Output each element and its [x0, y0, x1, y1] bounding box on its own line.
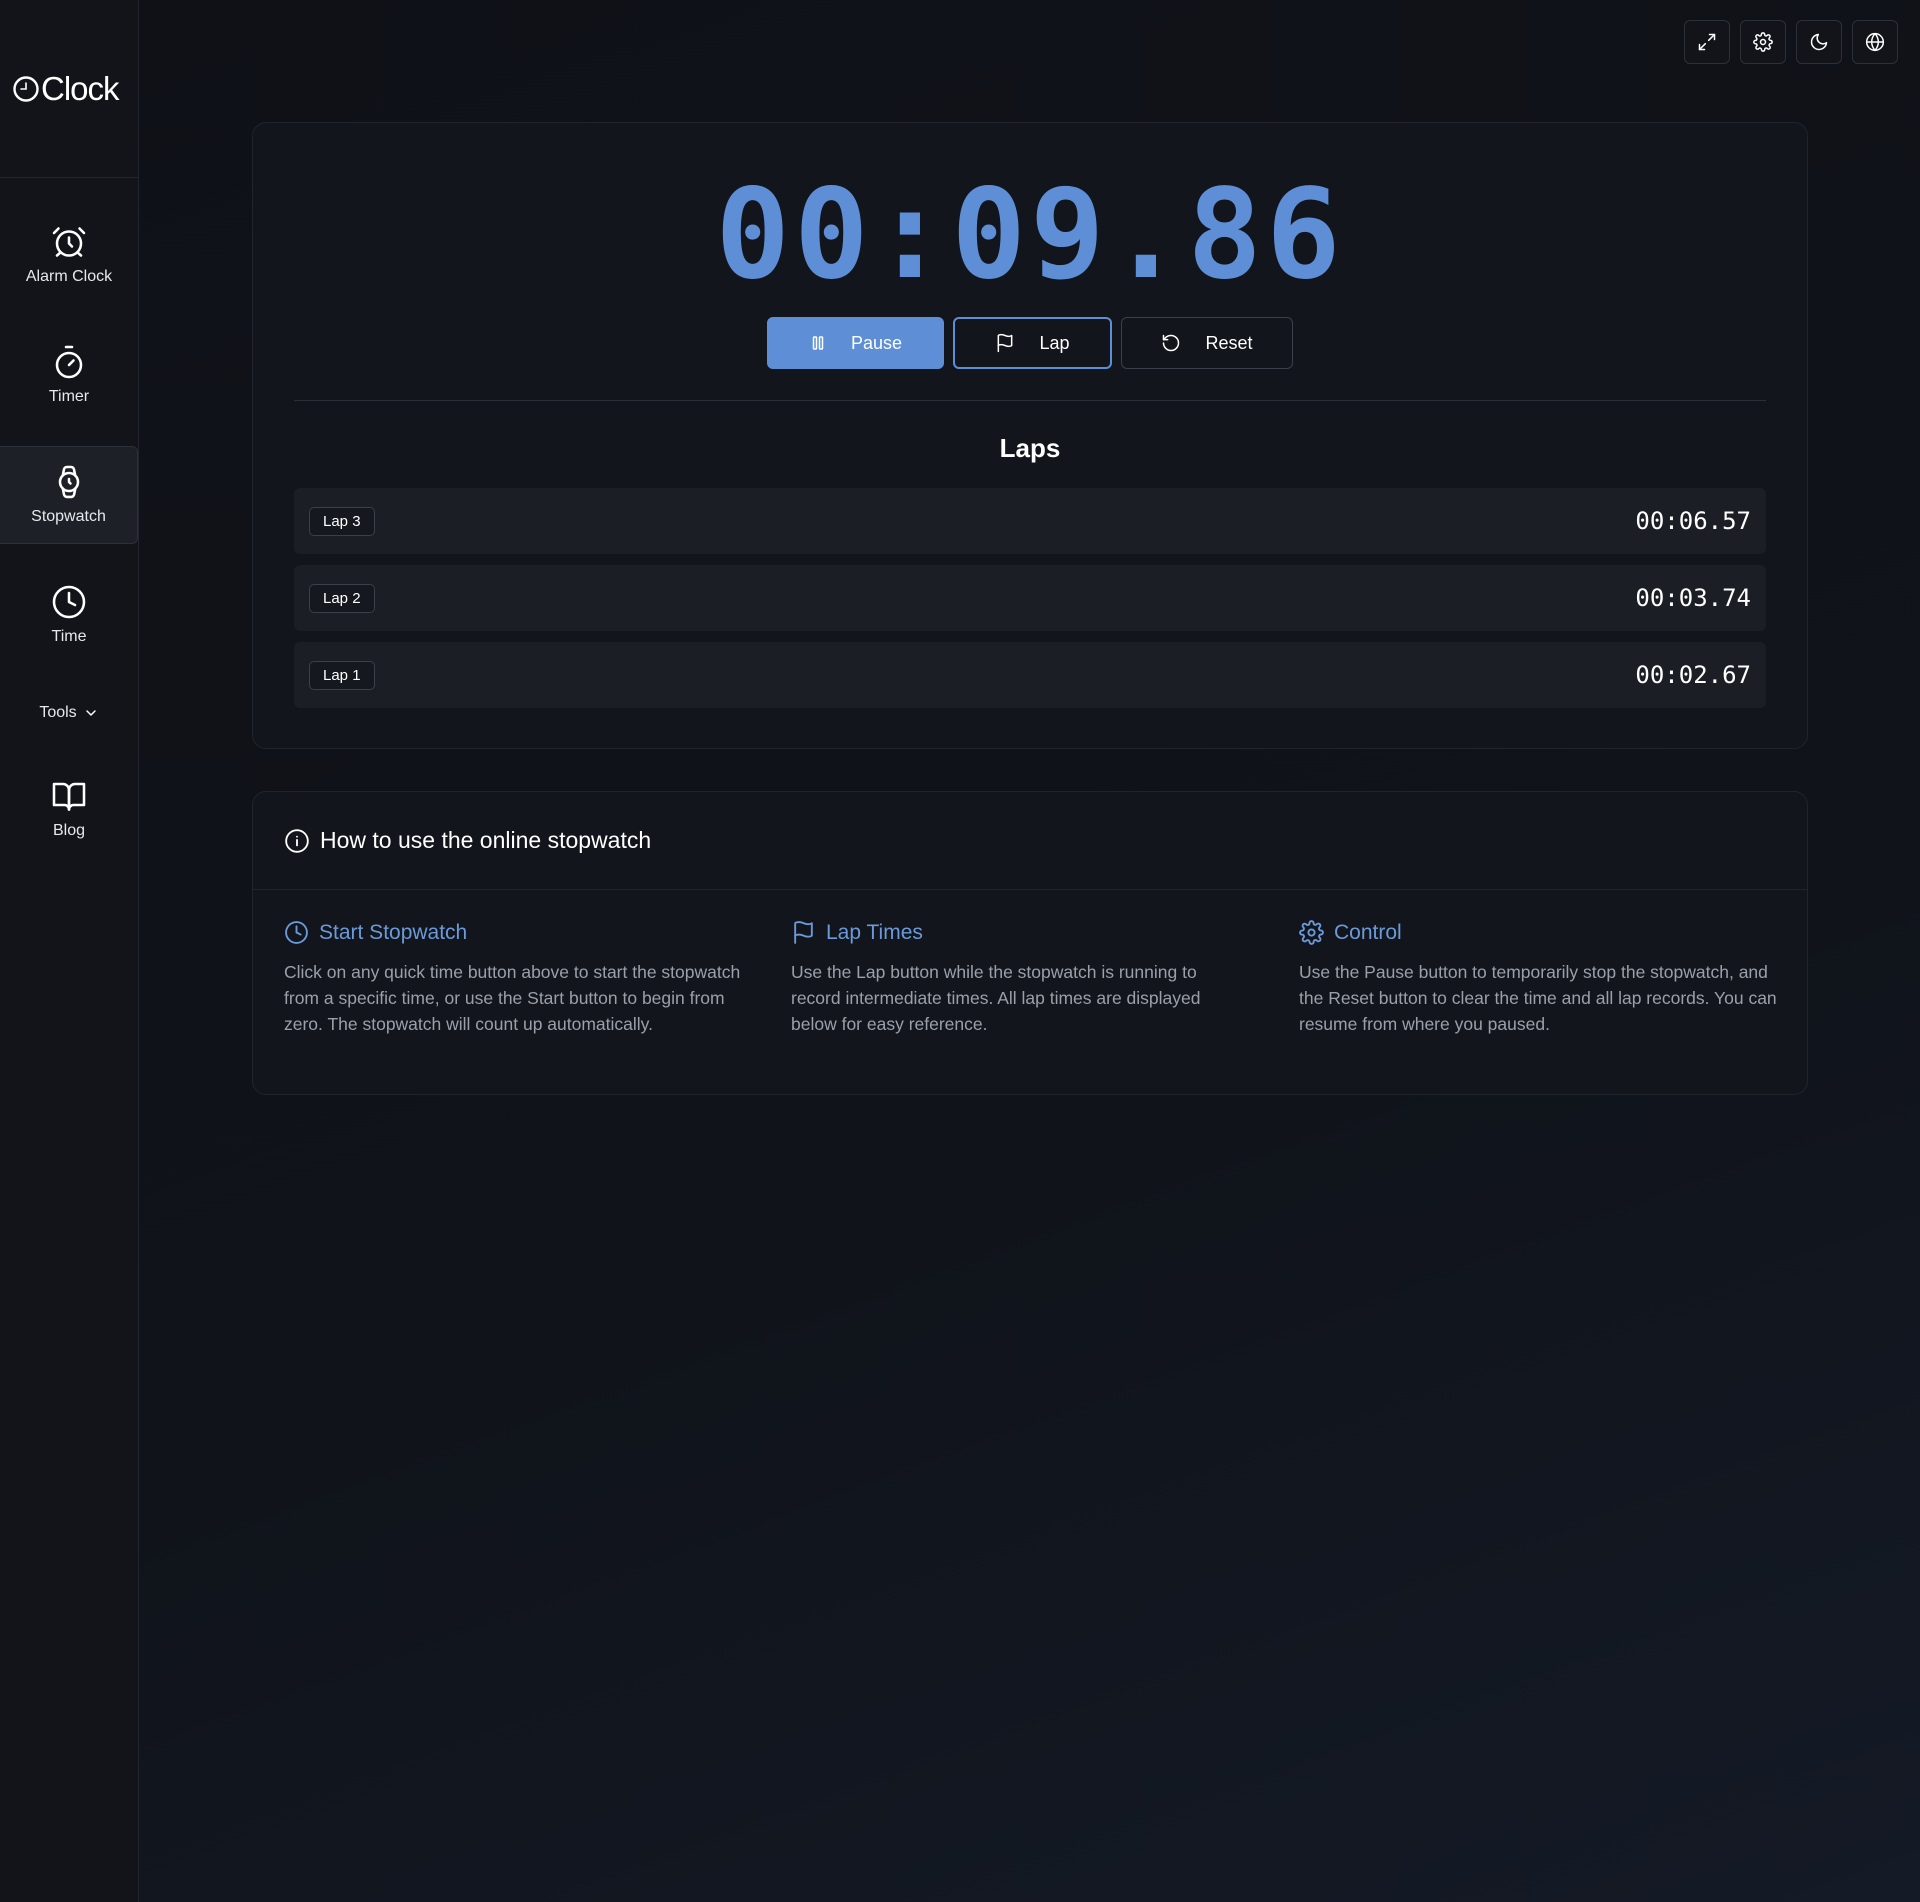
book-icon — [52, 782, 86, 811]
lap-row: Lap 3 00:06.57 — [294, 488, 1766, 554]
sidebar: Clock Alarm Clock Timer Stopwatch Time T… — [0, 0, 139, 1902]
stopwatch-card: 00:09.86 Pause Lap Reset Laps Lap 3 00:0… — [252, 122, 1808, 749]
sidebar-item-label: Blog — [52, 822, 86, 839]
stopwatch-controls: Pause Lap Reset — [253, 317, 1807, 369]
settings-icon — [1753, 32, 1773, 52]
clock-icon — [52, 585, 86, 619]
info-column-title: Control — [1334, 920, 1402, 944]
lap-label: Lap — [1039, 332, 1070, 353]
sidebar-item-time[interactable]: Time — [0, 566, 138, 664]
stopwatch-icon — [58, 465, 79, 499]
pause-icon — [812, 336, 824, 350]
clock-icon — [285, 921, 308, 944]
info-column-start: Start Stopwatch Click on any quick time … — [284, 920, 764, 1037]
laps-title: Laps — [999, 433, 1061, 463]
logo-clock-icon — [13, 75, 39, 102]
info-column-title: Start Stopwatch — [319, 920, 468, 944]
lap-badge: Lap 3 — [309, 506, 375, 536]
chevron-down-icon — [85, 710, 96, 716]
sidebar-item-label: Timer — [48, 388, 90, 405]
divider — [294, 400, 1766, 401]
fullscreen-button[interactable] — [1684, 20, 1730, 64]
lap-badge: Lap 2 — [309, 583, 375, 613]
info-column-text: Click on any quick time button above to … — [284, 962, 741, 1034]
sidebar-item-blog[interactable]: Blog — [0, 760, 138, 858]
tools-label: Tools — [39, 704, 77, 721]
flag-icon — [794, 921, 813, 944]
pause-button[interactable]: Pause — [767, 317, 944, 369]
info-column-title: Lap Times — [826, 920, 923, 944]
logo-text: Clock — [41, 69, 120, 107]
tools-dropdown[interactable]: Tools — [0, 696, 138, 730]
timer-icon — [55, 345, 83, 379]
language-button[interactable] — [1852, 20, 1898, 64]
logo[interactable]: Clock — [0, 0, 138, 178]
sidebar-item-stopwatch[interactable]: Stopwatch — [0, 446, 138, 544]
info-column-text: Use the Pause button to temporarily stop… — [1299, 962, 1777, 1034]
fullscreen-icon — [1698, 33, 1716, 51]
pause-label: Pause — [850, 332, 903, 353]
sidebar-item-timer[interactable]: Timer — [0, 326, 138, 424]
info-column-text: Use the Lap button while the stopwatch i… — [791, 962, 1201, 1034]
info-title: How to use the online stopwatch — [320, 827, 652, 853]
info-column-laps: Lap Times Use the Lap button while the s… — [791, 920, 1251, 1037]
flag-icon — [998, 333, 1013, 353]
settings-button[interactable] — [1740, 20, 1786, 64]
info-icon — [285, 828, 309, 853]
language-icon — [1865, 32, 1885, 52]
lap-row: Lap 2 00:03.74 — [294, 565, 1766, 631]
lap-row: Lap 1 00:02.67 — [294, 642, 1766, 708]
alarm-clock-icon — [52, 227, 86, 257]
lap-badge: Lap 1 — [309, 660, 375, 690]
info-header: How to use the online stopwatch — [253, 792, 1807, 890]
stopwatch-display: 00:09.86 — [715, 163, 1345, 307]
info-column-control: Control Use the Pause button to temporar… — [1299, 920, 1779, 1037]
dark-mode-button[interactable] — [1796, 20, 1842, 64]
info-card: How to use the online stopwatch Start St… — [252, 791, 1808, 1095]
lap-time: 00:02.67 — [1635, 661, 1751, 689]
reset-button[interactable]: Reset — [1121, 317, 1293, 369]
reset-label: Reset — [1205, 332, 1253, 353]
gear-icon — [1299, 920, 1324, 945]
lap-time: 00:06.57 — [1635, 507, 1751, 535]
lap-button[interactable]: Lap — [953, 317, 1112, 369]
sidebar-item-label: Time — [51, 628, 87, 645]
dark-mode-icon — [1810, 33, 1828, 51]
reset-icon — [1163, 334, 1180, 352]
lap-time: 00:03.74 — [1635, 584, 1751, 612]
sidebar-item-label: Alarm Clock — [25, 268, 113, 285]
sidebar-item-label: Stopwatch — [31, 508, 106, 525]
sidebar-item-alarm-clock[interactable]: Alarm Clock — [0, 206, 138, 304]
